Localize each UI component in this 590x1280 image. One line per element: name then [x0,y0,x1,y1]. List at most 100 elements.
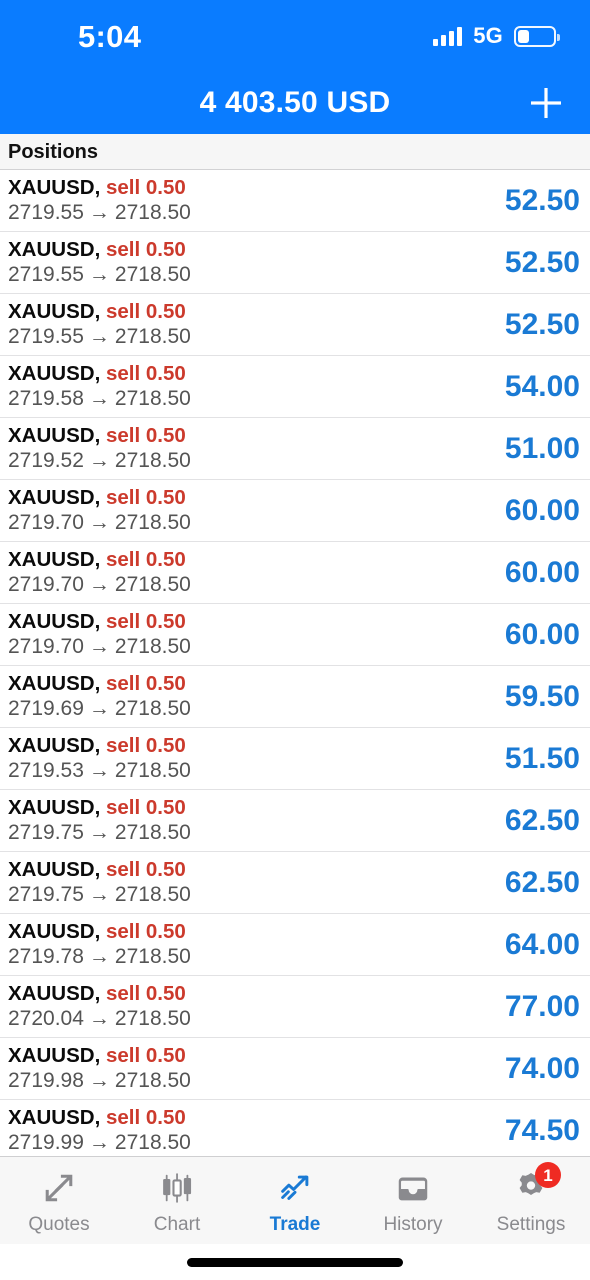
position-profit: 60.00 [504,555,580,589]
position-price-movement: 2719.52 → 2718.50 [8,449,191,473]
position-price-movement: 2719.69 → 2718.50 [8,697,191,721]
arrow-right-icon: → [88,511,110,535]
position-side-volume: sell 0.50 [100,361,186,385]
position-profit: 77.00 [504,989,580,1023]
status-bar-indicators: 5G [433,25,560,47]
position-current-price: 2718.50 [114,201,191,225]
add-position-button[interactable] [524,81,568,125]
position-symbol-side: XAUUSD, sell 0.50 [8,548,191,572]
position-row[interactable]: XAUUSD, sell 0.50 2720.04 → 2718.50 77.00 [0,976,590,1038]
position-current-price: 2718.50 [114,325,191,349]
position-price-movement: 2719.70 → 2718.50 [8,511,191,535]
app-root: 5:04 5G 4 403.50 USD Positions XAUUSD, s… [0,0,590,1280]
position-symbol: XAUUSD, [8,299,101,323]
arrow-right-icon: → [88,449,110,473]
position-symbol: XAUUSD, [8,1043,101,1067]
tab-trade[interactable]: Trade [236,1157,354,1244]
position-profit: 62.50 [504,803,580,837]
position-row[interactable]: XAUUSD, sell 0.50 2719.99 → 2718.50 74.50 [0,1100,590,1156]
position-symbol-side: XAUUSD, sell 0.50 [8,238,191,262]
position-side-volume: sell 0.50 [100,919,186,943]
position-details: XAUUSD, sell 0.50 2719.53 → 2718.50 [8,734,191,784]
arrow-right-icon: → [88,697,110,721]
position-symbol-side: XAUUSD, sell 0.50 [8,424,191,448]
inbox-tray-icon [390,1167,436,1209]
position-row[interactable]: XAUUSD, sell 0.50 2719.70 → 2718.50 60.00 [0,604,590,666]
tab-label: History [383,1214,443,1235]
position-price-movement: 2719.58 → 2718.50 [8,387,191,411]
position-symbol-side: XAUUSD, sell 0.50 [8,796,191,820]
position-open-price: 2719.55 [8,263,84,287]
position-symbol: XAUUSD, [8,547,101,571]
position-symbol-side: XAUUSD, sell 0.50 [8,920,191,944]
position-row[interactable]: XAUUSD, sell 0.50 2719.58 → 2718.50 54.00 [0,356,590,418]
position-current-price: 2718.50 [114,1007,191,1031]
position-row[interactable]: XAUUSD, sell 0.50 2719.52 → 2718.50 51.00 [0,418,590,480]
status-bar: 5:04 5G [0,0,590,72]
position-symbol: XAUUSD, [8,857,101,881]
arrow-right-icon: → [88,635,110,659]
position-details: XAUUSD, sell 0.50 2719.75 → 2718.50 [8,858,191,908]
app-header: 4 403.50 USD [0,72,590,134]
position-open-price: 2719.52 [8,449,84,473]
position-side-volume: sell 0.50 [100,857,186,881]
position-symbol: XAUUSD, [8,671,101,695]
position-row[interactable]: XAUUSD, sell 0.50 2719.75 → 2718.50 62.50 [0,852,590,914]
tab-label: Settings [496,1214,566,1235]
position-price-movement: 2719.99 → 2718.50 [8,1131,191,1155]
position-symbol-side: XAUUSD, sell 0.50 [8,734,191,758]
tab-quotes[interactable]: Quotes [0,1157,118,1244]
position-symbol: XAUUSD, [8,609,101,633]
gear-icon: 1 [508,1162,561,1209]
arrow-right-icon: → [88,201,110,225]
position-open-price: 2719.75 [8,821,84,845]
position-symbol: XAUUSD, [8,485,101,509]
position-current-price: 2718.50 [114,821,191,845]
position-price-movement: 2719.55 → 2718.50 [8,325,191,349]
arrow-right-icon: → [88,1131,110,1155]
position-side-volume: sell 0.50 [100,795,186,819]
position-details: XAUUSD, sell 0.50 2719.69 → 2718.50 [8,672,191,722]
position-details: XAUUSD, sell 0.50 2719.99 → 2718.50 [8,1106,191,1156]
position-side-volume: sell 0.50 [100,423,186,447]
position-details: XAUUSD, sell 0.50 2719.70 → 2718.50 [8,486,191,536]
position-details: XAUUSD, sell 0.50 2719.70 → 2718.50 [8,548,191,598]
position-price-movement: 2720.04 → 2718.50 [8,1007,191,1031]
signal-bars-icon [433,26,463,46]
position-row[interactable]: XAUUSD, sell 0.50 2719.55 → 2718.50 52.50 [0,232,590,294]
position-row[interactable]: XAUUSD, sell 0.50 2719.70 → 2718.50 60.00 [0,480,590,542]
position-row[interactable]: XAUUSD, sell 0.50 2719.75 → 2718.50 62.50 [0,790,590,852]
quotes-arrows-icon [36,1167,82,1209]
arrow-right-icon: → [88,325,110,349]
position-open-price: 2719.53 [8,759,84,783]
tab-settings[interactable]: 1 Settings [472,1157,590,1244]
position-row[interactable]: XAUUSD, sell 0.50 2719.69 → 2718.50 59.50 [0,666,590,728]
position-row[interactable]: XAUUSD, sell 0.50 2719.53 → 2718.50 51.50 [0,728,590,790]
position-row[interactable]: XAUUSD, sell 0.50 2719.70 → 2718.50 60.00 [0,542,590,604]
home-indicator-area [0,1244,590,1280]
tab-chart[interactable]: Chart [118,1157,236,1244]
position-profit: 64.00 [504,927,580,961]
position-row[interactable]: XAUUSD, sell 0.50 2719.98 → 2718.50 74.00 [0,1038,590,1100]
position-side-volume: sell 0.50 [100,609,186,633]
arrow-right-icon: → [88,263,110,287]
position-profit: 60.00 [504,617,580,651]
tab-history[interactable]: History [354,1157,472,1244]
position-open-price: 2720.04 [8,1007,84,1031]
position-row[interactable]: XAUUSD, sell 0.50 2719.78 → 2718.50 64.00 [0,914,590,976]
position-current-price: 2718.50 [114,511,191,535]
position-side-volume: sell 0.50 [100,981,186,1005]
home-indicator[interactable] [187,1257,403,1267]
arrow-right-icon: → [88,573,110,597]
position-side-volume: sell 0.50 [100,485,186,509]
position-profit: 74.00 [504,1051,580,1085]
positions-list[interactable]: XAUUSD, sell 0.50 2719.55 → 2718.50 52.50 XAU… [0,170,590,1156]
notification-badge: 1 [535,1162,561,1188]
position-symbol-side: XAUUSD, sell 0.50 [8,982,191,1006]
position-row[interactable]: XAUUSD, sell 0.50 2719.55 → 2718.50 52.50 [0,294,590,356]
position-profit: 52.50 [504,307,580,341]
position-side-volume: sell 0.50 [100,733,186,757]
position-profit: 51.00 [504,431,580,465]
position-row[interactable]: XAUUSD, sell 0.50 2719.55 → 2718.50 52.50 [0,170,590,232]
position-current-price: 2718.50 [114,1131,191,1155]
